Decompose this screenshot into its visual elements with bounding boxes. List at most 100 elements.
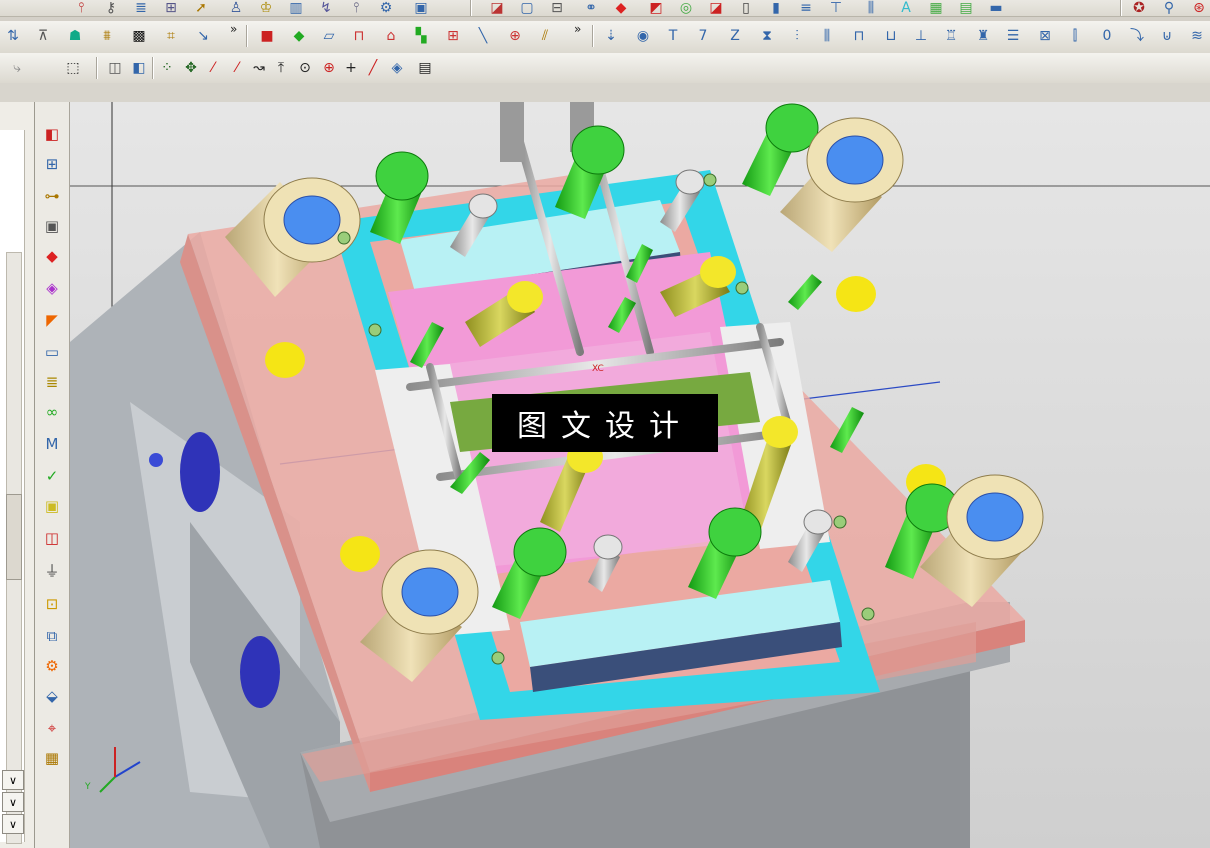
z-icon[interactable]: Z bbox=[724, 25, 746, 47]
gear-icon[interactable]: ⚙ bbox=[40, 654, 64, 678]
color-grid-icon[interactable]: ▚ bbox=[410, 25, 432, 47]
stamp-icon[interactable]: ⬙ bbox=[40, 684, 64, 708]
red-mark-icon[interactable]: ◆ bbox=[610, 0, 632, 16]
pin-down-icon[interactable]: ⇣ bbox=[600, 25, 622, 47]
box-stack-icon[interactable]: ⊟ bbox=[546, 0, 568, 16]
table-icon[interactable]: ▤ bbox=[955, 0, 977, 16]
mold-base-icon[interactable]: ▦ bbox=[40, 746, 64, 770]
drill-icon[interactable]: ⚷ bbox=[100, 0, 122, 16]
spring-coil-icon[interactable]: ≋ bbox=[1186, 25, 1208, 47]
curve-icon[interactable]: ↝ bbox=[248, 57, 270, 79]
needle-icon[interactable]: ⫯ bbox=[345, 0, 367, 16]
wedge-icon[interactable]: ◤ bbox=[40, 308, 64, 332]
link-icon[interactable]: ⚭ bbox=[580, 0, 602, 16]
gear-plate-icon[interactable]: ⊠ bbox=[1034, 25, 1056, 47]
dropdown-button-3[interactable]: ∨ bbox=[2, 814, 24, 834]
select-box-icon[interactable]: ⬚ bbox=[62, 57, 84, 79]
window-icon[interactable]: ⊞ bbox=[442, 25, 464, 47]
tee-icon[interactable]: T bbox=[662, 25, 684, 47]
triangle-icon[interactable]: ◩ bbox=[645, 0, 667, 16]
pin-icon[interactable]: ⫯ bbox=[70, 0, 92, 16]
person-icon[interactable]: ♖ bbox=[940, 25, 962, 47]
frame-icon[interactable]: ⌗ bbox=[160, 25, 182, 47]
frame-icon[interactable]: ▢ bbox=[516, 0, 538, 16]
bolt-icon[interactable]: ⊓ bbox=[848, 25, 870, 47]
solid-box-icon[interactable]: ■ bbox=[256, 25, 278, 47]
baseplate-icon[interactable]: ⊥ bbox=[910, 25, 932, 47]
parting-icon[interactable]: ⊶ bbox=[40, 184, 64, 208]
eye-icon[interactable]: ◎ bbox=[675, 0, 697, 16]
circle-center-icon[interactable]: ⊕ bbox=[318, 57, 340, 79]
stack-icon[interactable]: ≣ bbox=[40, 370, 64, 394]
text-a-icon[interactable]: A bbox=[895, 0, 917, 16]
bolt-icon[interactable]: ⫼ bbox=[860, 0, 882, 16]
view-icon[interactable]: ◈ bbox=[386, 57, 408, 79]
yellow-box-icon[interactable]: ▣ bbox=[40, 494, 64, 518]
eye-section-icon[interactable]: ◉ bbox=[632, 25, 654, 47]
gear-icon[interactable]: ⚙ bbox=[375, 0, 397, 16]
column-icon[interactable]: ♜ bbox=[972, 25, 994, 47]
seven-icon[interactable]: 7 bbox=[692, 25, 714, 47]
ground-icon[interactable]: ⏚ bbox=[40, 558, 64, 582]
cooling-icon[interactable]: ☗ bbox=[64, 25, 86, 47]
grid-icon[interactable]: ▦ bbox=[925, 0, 947, 16]
cube-red-icon[interactable]: ◫ bbox=[40, 526, 64, 550]
block-icon[interactable]: ▣ bbox=[40, 214, 64, 238]
target-icon[interactable]: ✪ bbox=[1128, 0, 1150, 16]
column-icon[interactable]: ♔ bbox=[255, 0, 277, 16]
snap-icon[interactable]: ⤷ bbox=[6, 57, 28, 79]
measure-icon[interactable]: M bbox=[40, 432, 64, 456]
plus-icon[interactable]: + bbox=[340, 57, 362, 79]
bodies-icon[interactable]: ⧉ bbox=[40, 624, 64, 648]
target-red-icon[interactable]: ⊛ bbox=[1188, 0, 1210, 16]
plate-icon[interactable]: ▭ bbox=[40, 340, 64, 364]
dropdown-button-1[interactable]: ∨ bbox=[2, 770, 24, 790]
pattern-icon[interactable]: ⁘ bbox=[156, 57, 178, 79]
corner-icon[interactable]: ◪ bbox=[705, 0, 727, 16]
bushing-icon[interactable]: ⊔ bbox=[880, 25, 902, 47]
spring-icon[interactable]: ⧗ bbox=[756, 25, 778, 47]
slider-icon[interactable]: ⩩ bbox=[96, 25, 118, 47]
layers-icon[interactable]: ≣ bbox=[130, 0, 152, 16]
mold-wizard-icon[interactable]: ◧ bbox=[40, 122, 64, 146]
scrollbar-thumb[interactable] bbox=[6, 494, 22, 580]
diag-icon[interactable]: ⁄ bbox=[226, 57, 248, 79]
brush-icon[interactable]: ↘ bbox=[192, 25, 214, 47]
line-draw-icon[interactable]: ⁄ bbox=[202, 57, 224, 79]
film-icon[interactable]: ▩ bbox=[128, 25, 150, 47]
hook-icon[interactable]: ⤵ bbox=[1126, 25, 1148, 47]
diag-line-icon[interactable]: ╱ bbox=[362, 57, 384, 79]
more-chevron-2[interactable]: » bbox=[574, 22, 581, 36]
block-icon[interactable]: ▬ bbox=[985, 0, 1007, 16]
screw-icon[interactable]: ⚲ bbox=[1158, 0, 1180, 16]
box-icon[interactable]: ◪ bbox=[486, 0, 508, 16]
cup-icon[interactable]: ⊍ bbox=[1156, 25, 1178, 47]
screw-icon[interactable]: ⫶ bbox=[786, 25, 808, 47]
pillar-icon[interactable]: ▥ bbox=[285, 0, 307, 16]
slot-icon[interactable]: ▯ bbox=[735, 0, 757, 16]
surface-icon[interactable]: ◈ bbox=[40, 276, 64, 300]
circle-dot-icon[interactable]: ⊙ bbox=[294, 57, 316, 79]
line-icon[interactable]: ╲ bbox=[472, 25, 494, 47]
folder-icon[interactable]: ⊡ bbox=[40, 592, 64, 616]
cube-outline-icon[interactable]: ▱ bbox=[318, 25, 340, 47]
stack-icon[interactable]: ≡ bbox=[795, 0, 817, 16]
assembly-icon[interactable]: ⊞ bbox=[40, 152, 64, 176]
cube-icon[interactable]: ▣ bbox=[410, 0, 432, 16]
arrow-up-icon[interactable]: ⤒ bbox=[270, 57, 292, 79]
target-circle-icon[interactable]: ⊕ bbox=[504, 25, 526, 47]
post-icon[interactable]: ⫼ bbox=[816, 25, 838, 47]
ejector-icon[interactable]: ⇅ bbox=[2, 25, 24, 47]
building-icon[interactable]: ⌂ bbox=[380, 25, 402, 47]
angle-icon[interactable]: ⊼ bbox=[32, 25, 54, 47]
diamond-icon[interactable]: ◆ bbox=[288, 25, 310, 47]
zero-icon[interactable]: 0 bbox=[1096, 25, 1118, 47]
arrow-icon[interactable]: ➚ bbox=[190, 0, 212, 16]
split-icon[interactable]: ⊓ bbox=[348, 25, 370, 47]
tool-icon[interactable]: ⊤ bbox=[825, 0, 847, 16]
sketch-icon[interactable]: ↯ bbox=[315, 0, 337, 16]
book-icon[interactable]: ▤ bbox=[414, 57, 436, 79]
axis-icon[interactable]: ⌖ bbox=[40, 716, 64, 740]
move-icon[interactable]: ✥ bbox=[180, 57, 202, 79]
cup-icon[interactable]: ♙ bbox=[225, 0, 247, 16]
